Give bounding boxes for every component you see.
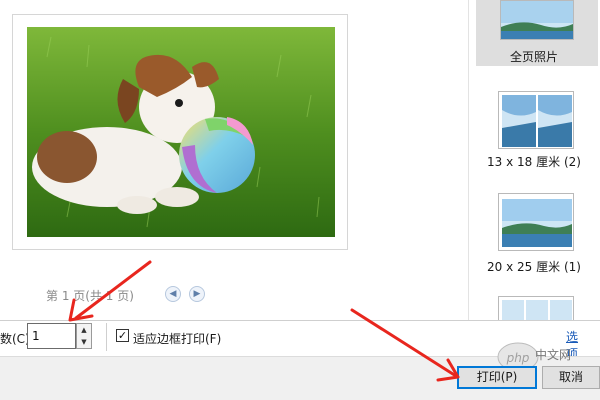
chevron-right-icon: ▶: [193, 289, 201, 299]
layout-thumb-13x18[interactable]: [498, 91, 574, 149]
layout-label-13x18: 13 x 18 厘米 (2): [487, 155, 581, 169]
next-page-button[interactable]: ▶: [189, 286, 205, 302]
print-button[interactable]: 打印(P): [457, 366, 537, 389]
copies-input[interactable]: [27, 323, 76, 349]
layout-thumb-20x25[interactable]: [498, 193, 574, 251]
stepper-up-icon[interactable]: ▲: [77, 324, 91, 336]
cancel-button[interactable]: 取消: [542, 366, 600, 389]
fit-to-frame-label[interactable]: 适应边框打印(F): [133, 330, 221, 347]
layout-label-20x25: 20 x 25 厘米 (1): [487, 260, 581, 274]
photo-preview-frame: [12, 14, 348, 250]
fit-to-frame-checkbox[interactable]: ✓: [116, 329, 129, 342]
layout-label-full-page: 全页照片: [509, 50, 558, 64]
copies-stepper[interactable]: ▲ ▼: [76, 323, 92, 349]
layout-thumb-full-page[interactable]: [500, 0, 574, 40]
puppy-photo: [27, 27, 335, 237]
svg-text:php: php: [506, 351, 530, 365]
chevron-left-icon: ◀: [169, 289, 177, 299]
previous-page-button[interactable]: ◀: [165, 286, 181, 302]
options-divider: [106, 323, 107, 351]
watermark-text: 中文网: [535, 348, 572, 362]
stepper-down-icon[interactable]: ▼: [77, 336, 91, 348]
page-indicator: 第 1 页(共 1 页): [46, 289, 134, 303]
